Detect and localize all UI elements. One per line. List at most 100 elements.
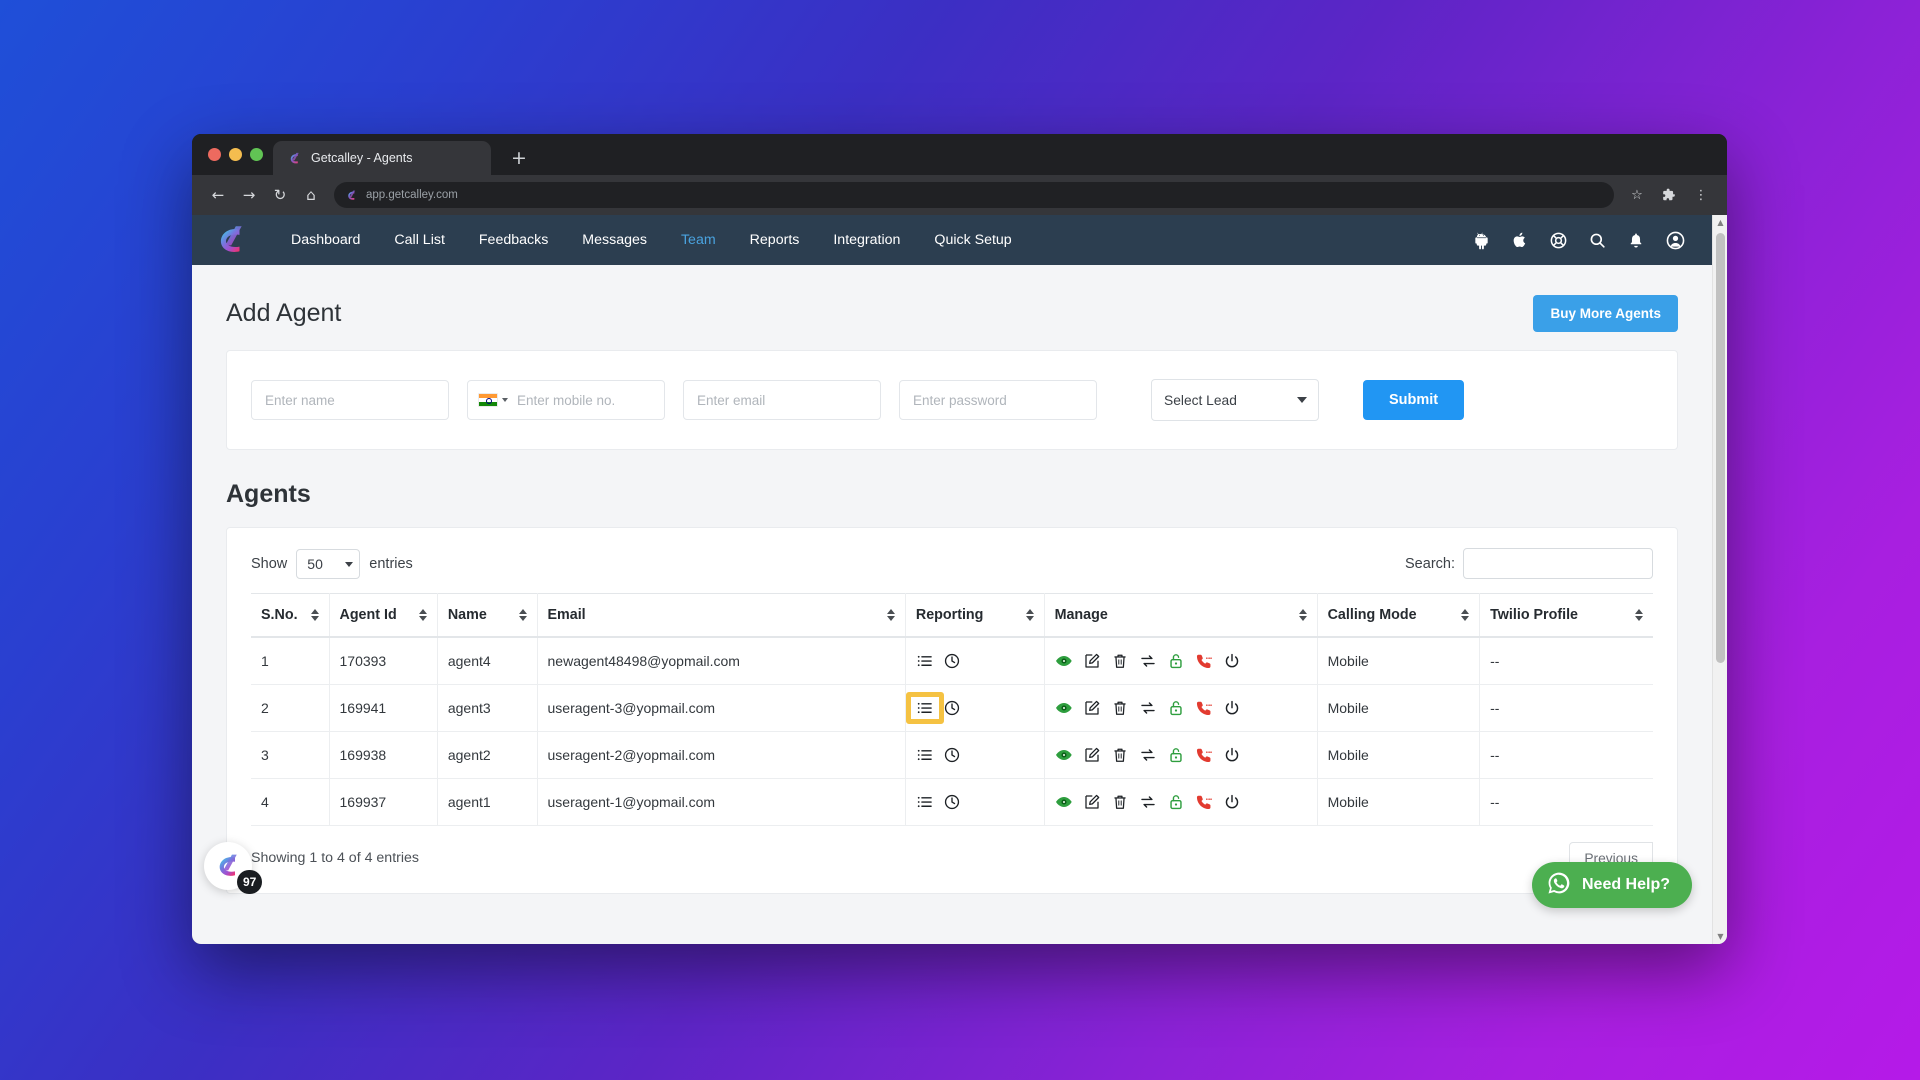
- column-header-sno[interactable]: S.No.: [251, 593, 330, 638]
- close-window-button[interactable]: [208, 148, 221, 161]
- list-icon[interactable]: [916, 699, 934, 717]
- browser-menu-icon[interactable]: ⋮: [1687, 181, 1715, 209]
- phone-icon[interactable]: [1195, 793, 1213, 811]
- back-icon[interactable]: ←: [204, 181, 232, 209]
- page-scrollbar[interactable]: ▲ ▼: [1712, 215, 1727, 944]
- nav-item-call-list[interactable]: Call List: [377, 232, 461, 248]
- sort-arrows-icon[interactable]: [1298, 609, 1307, 621]
- column-header-calling-mode[interactable]: Calling Mode: [1317, 593, 1481, 638]
- trash-icon[interactable]: [1111, 793, 1129, 811]
- nav-item-team[interactable]: Team: [664, 232, 733, 248]
- maximize-window-button[interactable]: [250, 148, 263, 161]
- phone-icon[interactable]: [1195, 746, 1213, 764]
- browser-toolbar: ← → ↻ ⌂ app.getcalley.com ☆ ⋮: [192, 175, 1727, 215]
- sort-arrows-icon[interactable]: [1025, 609, 1034, 621]
- power-icon[interactable]: [1223, 793, 1241, 811]
- nav-item-reports[interactable]: Reports: [733, 232, 817, 248]
- country-flag-dropdown[interactable]: [478, 393, 508, 407]
- forward-icon[interactable]: →: [235, 181, 263, 209]
- column-header-reporting[interactable]: Reporting: [905, 593, 1045, 638]
- nav-item-messages[interactable]: Messages: [565, 232, 664, 248]
- eye-icon[interactable]: [1055, 652, 1073, 670]
- clock-icon[interactable]: [943, 699, 961, 717]
- support-lifebuoy-icon[interactable]: [1549, 231, 1568, 250]
- scroll-down-arrow-icon[interactable]: ▼: [1713, 929, 1727, 944]
- edit-icon[interactable]: [1083, 699, 1101, 717]
- address-bar[interactable]: app.getcalley.com: [334, 182, 1614, 208]
- bookmark-star-icon[interactable]: ☆: [1623, 181, 1651, 209]
- phone-icon[interactable]: [1195, 652, 1213, 670]
- buy-more-agents-button[interactable]: Buy More Agents: [1533, 295, 1678, 332]
- agent-email-input[interactable]: [683, 380, 881, 420]
- list-icon[interactable]: [916, 746, 934, 764]
- trash-icon[interactable]: [1111, 652, 1129, 670]
- agent-name-input[interactable]: [251, 380, 449, 420]
- search-input[interactable]: [1463, 548, 1653, 579]
- need-help-whatsapp-button[interactable]: Need Help?: [1531, 862, 1692, 908]
- browser-tab[interactable]: Getcalley - Agents: [273, 141, 491, 175]
- edit-icon[interactable]: [1083, 746, 1101, 764]
- android-icon[interactable]: [1472, 231, 1491, 250]
- column-header-twilio-profile[interactable]: Twilio Profile: [1479, 593, 1653, 638]
- user-account-icon[interactable]: [1665, 230, 1686, 251]
- entries-per-page-select[interactable]: 50: [296, 548, 361, 579]
- clock-icon[interactable]: [943, 793, 961, 811]
- nav-item-dashboard[interactable]: Dashboard: [274, 232, 377, 248]
- sort-arrows-icon[interactable]: [518, 609, 527, 621]
- nav-item-quick-setup[interactable]: Quick Setup: [917, 232, 1028, 248]
- calley-logo-icon[interactable]: [214, 223, 248, 257]
- scroll-up-arrow-icon[interactable]: ▲: [1713, 215, 1727, 230]
- column-header-email[interactable]: Email: [537, 593, 906, 638]
- sort-arrows-icon[interactable]: [1461, 609, 1470, 621]
- minimize-window-button[interactable]: [229, 148, 242, 161]
- select-lead-dropdown[interactable]: Select Lead: [1151, 379, 1319, 421]
- reload-icon[interactable]: ↻: [266, 181, 294, 209]
- eye-icon[interactable]: [1055, 793, 1073, 811]
- unlock-icon[interactable]: [1167, 793, 1185, 811]
- unlock-icon[interactable]: [1167, 652, 1185, 670]
- home-icon[interactable]: ⌂: [297, 181, 325, 209]
- sort-arrows-icon[interactable]: [1635, 609, 1643, 621]
- apple-icon[interactable]: [1511, 231, 1529, 249]
- sort-arrows-icon[interactable]: [886, 609, 895, 621]
- list-icon[interactable]: [916, 793, 934, 811]
- cell-sno: 1: [251, 637, 330, 685]
- phone-icon[interactable]: [1195, 699, 1213, 717]
- trash-icon[interactable]: [1111, 746, 1129, 764]
- clock-icon[interactable]: [943, 652, 961, 670]
- show-entries-group: Show 50 entries: [251, 548, 413, 579]
- search-icon[interactable]: [1588, 231, 1607, 250]
- eye-icon[interactable]: [1055, 746, 1073, 764]
- transfer-icon[interactable]: [1139, 746, 1157, 764]
- transfer-icon[interactable]: [1139, 699, 1157, 717]
- list-icon[interactable]: [916, 652, 934, 670]
- transfer-icon[interactable]: [1139, 793, 1157, 811]
- notification-bell-icon[interactable]: [1627, 231, 1645, 249]
- clock-icon[interactable]: [943, 746, 961, 764]
- agents-table-body: 1 170393 agent4 newagent48498@yopmail.com M…: [251, 637, 1653, 826]
- new-tab-button[interactable]: +: [511, 149, 527, 168]
- trash-icon[interactable]: [1111, 699, 1129, 717]
- scrollbar-thumb[interactable]: [1716, 233, 1725, 663]
- sort-arrows-icon[interactable]: [310, 609, 319, 621]
- column-header-manage[interactable]: Manage: [1044, 593, 1318, 638]
- nav-item-feedbacks[interactable]: Feedbacks: [462, 232, 565, 248]
- agent-mobile-input[interactable]: [508, 381, 702, 419]
- edit-icon[interactable]: [1083, 793, 1101, 811]
- power-icon[interactable]: [1223, 746, 1241, 764]
- agent-password-input[interactable]: [899, 380, 1097, 420]
- sort-arrows-icon[interactable]: [418, 609, 427, 621]
- extensions-icon[interactable]: [1655, 181, 1683, 209]
- column-header-agent-id[interactable]: Agent Id: [329, 593, 438, 638]
- power-icon[interactable]: [1223, 699, 1241, 717]
- edit-icon[interactable]: [1083, 652, 1101, 670]
- cell-twilio-profile: --: [1479, 637, 1653, 685]
- power-icon[interactable]: [1223, 652, 1241, 670]
- unlock-icon[interactable]: [1167, 746, 1185, 764]
- nav-item-integration[interactable]: Integration: [816, 232, 917, 248]
- transfer-icon[interactable]: [1139, 652, 1157, 670]
- unlock-icon[interactable]: [1167, 699, 1185, 717]
- submit-button[interactable]: Submit: [1363, 380, 1465, 420]
- eye-icon[interactable]: [1055, 699, 1073, 717]
- column-header-name[interactable]: Name: [437, 593, 538, 638]
